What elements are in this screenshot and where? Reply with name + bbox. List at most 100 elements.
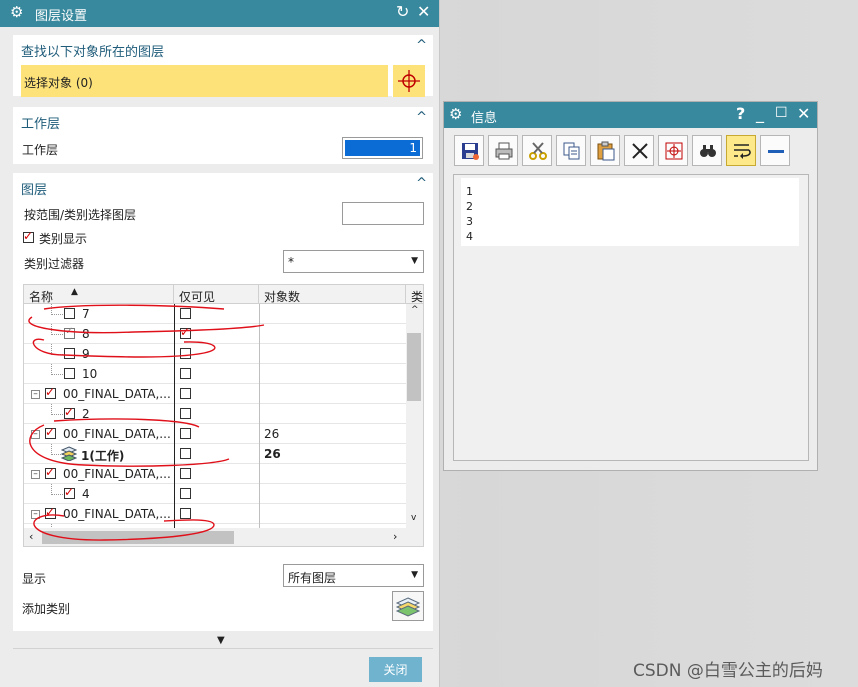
select-crosshair-button[interactable]	[658, 135, 688, 166]
table-row[interactable]: 10	[24, 364, 406, 384]
visible-only-checkbox[interactable]	[180, 388, 191, 399]
collapse-tree-icon[interactable]: –	[31, 430, 40, 439]
crosshair-select-button[interactable]	[392, 65, 425, 97]
work-layer-section-title: 工作层	[21, 117, 61, 132]
visible-only-checkbox[interactable]	[180, 348, 191, 359]
category-display-label: 类别显示	[39, 232, 88, 246]
col-header-object-count[interactable]: 对象数	[259, 285, 406, 304]
info-text-content: 1 2 3 4	[461, 178, 799, 246]
col-header-category[interactable]: 类	[406, 285, 423, 304]
dropdown-arrow-icon: ▼	[411, 570, 418, 580]
visible-only-checkbox[interactable]	[180, 368, 191, 379]
vertical-scroll-thumb[interactable]	[407, 333, 421, 401]
visible-only-checkbox[interactable]	[180, 408, 191, 419]
table-row[interactable]: 2	[24, 404, 406, 424]
table-row[interactable]: 7	[24, 304, 406, 324]
close-button[interactable]: 关闭	[369, 657, 422, 682]
save-icon	[462, 143, 479, 160]
table-row[interactable]: – 00_FINAL_DATA,... 26	[24, 424, 406, 444]
select-objects-row[interactable]: 选择对象 (0)	[21, 65, 388, 97]
scroll-right-icon[interactable]: ›	[393, 530, 397, 543]
category-filter-select[interactable]: * ▼	[283, 250, 424, 273]
category-display-checkbox[interactable]	[23, 229, 34, 243]
info-window-titlebar[interactable]: ⚙ 信息 ? _ ☐ ✕	[444, 102, 817, 128]
minimize-icon[interactable]: _	[756, 104, 764, 123]
visible-only-checkbox[interactable]	[180, 468, 191, 479]
visible-only-checkbox[interactable]	[180, 325, 191, 339]
help-icon[interactable]: ?	[736, 104, 745, 123]
close-icon[interactable]: ✕	[797, 104, 810, 123]
save-button[interactable]	[454, 135, 484, 166]
layer-selectable-checkbox[interactable]	[64, 348, 75, 359]
close-icon[interactable]: ✕	[417, 2, 430, 21]
layer-selectable-checkbox[interactable]	[45, 425, 56, 439]
layer-selectable-checkbox[interactable]	[64, 368, 75, 379]
table-row[interactable]: – 00_FINAL_DATA,...	[24, 464, 406, 484]
find-section: 查找以下对象所在的图层 ^ 选择对象 (0)	[13, 35, 433, 97]
table-row[interactable]: 8	[24, 324, 406, 344]
layer-selectable-checkbox[interactable]	[45, 505, 56, 519]
layer-selectable-checkbox[interactable]	[64, 326, 75, 339]
table-row[interactable]: 1(工作) 26	[24, 444, 406, 464]
col-header-visible-only[interactable]: 仅可见	[174, 285, 259, 304]
table-row[interactable]: – 00_FINAL_DATA,...	[24, 504, 406, 524]
visible-only-checkbox[interactable]	[180, 448, 191, 459]
layer-name: 4	[82, 487, 90, 501]
column-divider	[174, 304, 175, 528]
visible-only-checkbox[interactable]	[180, 508, 191, 519]
collapse-tree-icon[interactable]: –	[31, 470, 40, 479]
collapse-tree-icon[interactable]: –	[31, 510, 40, 519]
info-window: ⚙ 信息 ? _ ☐ ✕ 1 2 3 4	[443, 101, 818, 471]
expand-more-icon[interactable]: ▼	[217, 635, 225, 646]
layer-name: 10	[82, 367, 98, 381]
find-binoculars-icon	[700, 145, 716, 157]
copy-button[interactable]	[556, 135, 586, 166]
layer-selectable-checkbox[interactable]	[64, 485, 75, 499]
layer-name: 00_FINAL_DATA,...	[63, 467, 171, 481]
horizontal-scrollbar[interactable]: ‹ ›	[24, 528, 423, 546]
scroll-up-icon[interactable]: ^	[411, 305, 419, 315]
delete-button[interactable]	[624, 135, 654, 166]
layer-dialog-titlebar[interactable]: ⚙ 图层设置 ↻ ✕	[0, 0, 439, 27]
work-layer-input[interactable]: 1	[342, 137, 423, 159]
wrap-text-button[interactable]	[726, 135, 756, 166]
range-select-input[interactable]	[342, 202, 424, 225]
visible-only-checkbox[interactable]	[180, 488, 191, 499]
select-crosshair-icon	[665, 142, 683, 160]
table-row[interactable]: – 00_FINAL_DATA,...	[24, 384, 406, 404]
collapse-button[interactable]	[760, 135, 790, 166]
chevron-up-icon[interactable]: ^	[416, 110, 427, 125]
col-header-name[interactable]: 名称 ▲	[24, 285, 174, 304]
paste-icon	[597, 141, 615, 161]
watermark: CSDN @白雪公主的后妈	[633, 661, 823, 681]
display-select[interactable]: 所有图层 ▼	[283, 564, 424, 587]
tree-guide-line	[51, 484, 63, 495]
print-button[interactable]	[488, 135, 518, 166]
maximize-icon[interactable]: ☐	[775, 105, 788, 121]
collapse-tree-icon[interactable]: –	[31, 390, 40, 399]
table-row[interactable]: 9	[24, 344, 406, 364]
add-category-button[interactable]	[392, 591, 424, 621]
layer-selectable-checkbox[interactable]	[64, 405, 75, 419]
chevron-up-icon[interactable]: ^	[416, 176, 427, 191]
layer-selectable-checkbox[interactable]	[64, 308, 75, 319]
find-button[interactable]	[692, 135, 722, 166]
cut-button[interactable]	[522, 135, 552, 166]
table-row[interactable]: 4	[24, 484, 406, 504]
horizontal-scroll-thumb[interactable]	[42, 531, 234, 544]
paste-button[interactable]	[590, 135, 620, 166]
layer-selectable-checkbox[interactable]	[45, 465, 56, 479]
gear-icon[interactable]: ⚙	[10, 3, 23, 21]
chevron-up-icon[interactable]: ^	[416, 38, 427, 53]
scroll-left-icon[interactable]: ‹	[29, 530, 33, 543]
visible-only-checkbox[interactable]	[180, 428, 191, 439]
layer-selectable-checkbox[interactable]	[45, 385, 56, 399]
scroll-down-icon[interactable]: v	[411, 513, 416, 523]
work-layer-label: 工作层	[22, 143, 59, 157]
vertical-scrollbar[interactable]: ^ v	[406, 304, 423, 528]
work-layer-section: 工作层 ^ 工作层 1	[13, 107, 433, 164]
reset-icon[interactable]: ↻	[396, 2, 409, 21]
info-text-area[interactable]: 1 2 3 4	[453, 174, 809, 461]
visible-only-checkbox[interactable]	[180, 308, 191, 319]
gear-icon[interactable]: ⚙	[449, 105, 462, 123]
